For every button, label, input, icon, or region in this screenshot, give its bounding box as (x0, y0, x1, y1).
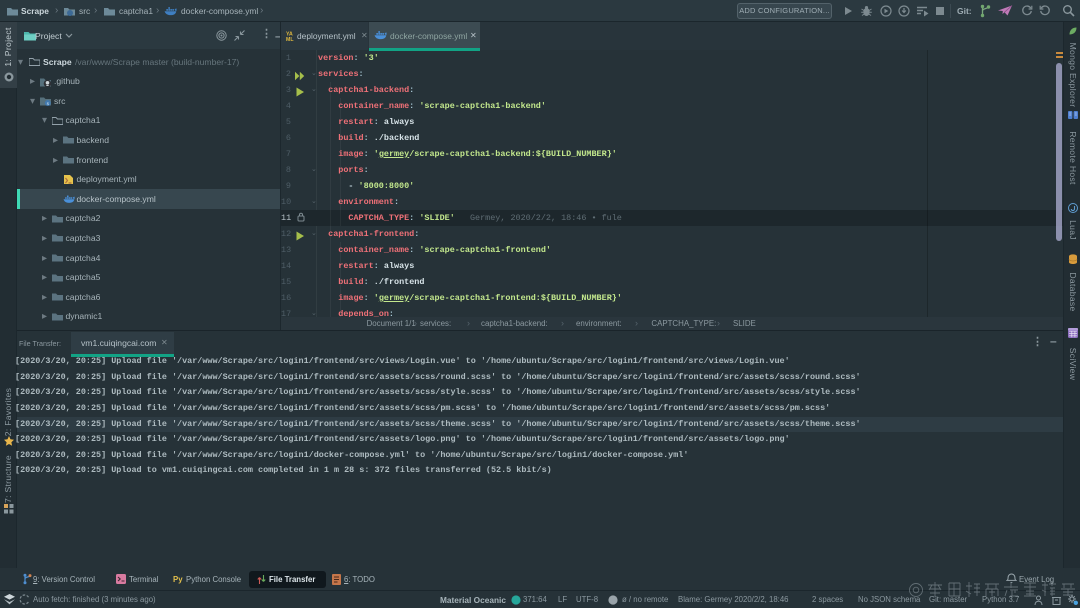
svg-text:ML: ML (286, 37, 294, 42)
